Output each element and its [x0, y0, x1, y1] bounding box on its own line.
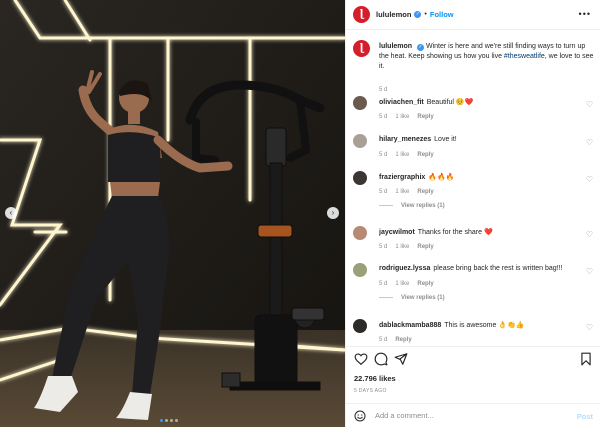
add-comment-input[interactable] [375, 411, 565, 420]
post-photo[interactable]: ‹ › [0, 0, 345, 427]
comment-likes[interactable]: 1 like [395, 114, 409, 120]
commenter-avatar[interactable] [353, 96, 367, 110]
account-username[interactable]: lululemon [376, 10, 411, 19]
comment-username[interactable]: dablackmamba888 [379, 322, 441, 329]
comment-time: 5 d [379, 152, 388, 158]
comment-text: Beautiful 🥺❤️ [426, 99, 474, 106]
comments-list[interactable]: ɭ lululemon ✓ Winter is here and we're s… [346, 30, 600, 346]
view-replies-label: View replies (1) [401, 203, 445, 209]
carousel-dot [165, 419, 168, 422]
post-actions-bar [346, 346, 600, 368]
commenter-avatar[interactable] [353, 171, 367, 185]
comment-time: 5 d [379, 244, 388, 250]
view-replies-button[interactable]: View replies (1) [379, 203, 445, 209]
share-icon[interactable] [394, 352, 408, 366]
comment-heart-icon[interactable]: ♡ [586, 175, 593, 184]
post-header: ɭ lululemon ✓ • Follow ••• [346, 0, 600, 30]
reply-button[interactable]: Reply [417, 189, 433, 195]
comment-heart-icon[interactable]: ♡ [586, 267, 593, 276]
comment-likes[interactable]: 1 like [395, 152, 409, 158]
replies-divider [379, 204, 393, 206]
commenter-avatar[interactable] [353, 263, 367, 277]
carousel-dot [160, 419, 163, 422]
bookmark-icon[interactable] [579, 352, 593, 366]
view-replies-button[interactable]: View replies (1) [379, 295, 445, 301]
comment-text: Love it! [434, 136, 457, 143]
caption-username[interactable]: lululemon [379, 43, 412, 50]
post-side-panel: ɭ lululemon ✓ • Follow ••• ɭ lululemon ✓… [345, 0, 600, 427]
comment-username[interactable]: fraziergraphix [379, 174, 425, 181]
caption-time: 5 d [379, 87, 388, 93]
comment-text: This is awesome 👌👏👍 [444, 322, 525, 329]
verified-icon: ✓ [414, 11, 422, 18]
post-date: 5 DAYS AGO [354, 388, 387, 394]
comment-likes[interactable]: 1 like [395, 281, 409, 287]
comment-text: 🔥🔥🔥 [428, 174, 455, 181]
replies-divider [379, 296, 393, 298]
photo-scene [0, 0, 345, 427]
commenter-avatar[interactable] [353, 226, 367, 240]
chevron-left-icon: ‹ [9, 208, 13, 217]
likes-count[interactable]: 22.796 likes [354, 374, 396, 383]
comment-heart-icon[interactable]: ♡ [586, 138, 593, 147]
emoji-icon[interactable] [354, 410, 366, 422]
next-photo-button[interactable]: › [327, 207, 339, 219]
previous-photo-button[interactable]: ‹ [5, 207, 17, 219]
carousel-dots [160, 419, 178, 422]
chevron-right-icon: › [331, 208, 335, 217]
hashtag-link[interactable]: #thesweatlife [504, 53, 545, 60]
comment-username[interactable]: jaycwilmot [379, 229, 415, 236]
comment-text: please bring back the rest is written ba… [433, 265, 563, 272]
reply-button[interactable]: Reply [417, 152, 433, 158]
comment-heart-icon[interactable]: ♡ [586, 230, 593, 239]
comment-username[interactable]: rodriguez.lyssa [379, 265, 430, 272]
instagram-post: ‹ › ɭ lululemon ✓ • Follow ••• ɭ lululem… [0, 0, 600, 427]
comment-time: 5 d [379, 189, 388, 195]
comment-likes[interactable]: 1 like [395, 189, 409, 195]
comment-username[interactable]: hilary_menezes [379, 136, 431, 143]
view-replies-label: View replies (1) [401, 295, 445, 301]
comment-time: 5 d [379, 281, 388, 287]
comment-time: 5 d [379, 114, 388, 120]
reply-button[interactable]: Reply [395, 337, 411, 343]
comment-username[interactable]: oliviachen_fit [379, 99, 424, 106]
reply-button[interactable]: Reply [417, 281, 433, 287]
comment-text: Thanks for the share ❤️ [417, 229, 493, 236]
post-comment-button[interactable]: Post [577, 412, 593, 421]
caption-avatar[interactable]: ɭ [353, 40, 370, 57]
verified-icon: ✓ [417, 44, 425, 51]
follow-button[interactable]: Follow [430, 10, 454, 19]
comment-heart-icon[interactable]: ♡ [586, 323, 593, 332]
comment-icon[interactable] [374, 352, 388, 366]
carousel-dot [175, 419, 178, 422]
caption-text: lululemon ✓ Winter is here and we're sti… [379, 42, 594, 72]
account-avatar[interactable]: ɭ [353, 6, 370, 23]
reply-button[interactable]: Reply [417, 114, 433, 120]
reply-button[interactable]: Reply [417, 244, 433, 250]
add-comment-bar: Post [346, 403, 600, 427]
carousel-dot [170, 419, 173, 422]
more-options-icon[interactable]: ••• [579, 9, 591, 19]
comment-likes[interactable]: 1 like [395, 244, 409, 250]
commenter-avatar[interactable] [353, 319, 367, 333]
separator: • [424, 11, 427, 18]
comment-time: 5 d [379, 337, 388, 343]
commenter-avatar[interactable] [353, 134, 367, 148]
heart-icon[interactable] [354, 352, 368, 366]
comment-heart-icon[interactable]: ♡ [586, 100, 593, 109]
